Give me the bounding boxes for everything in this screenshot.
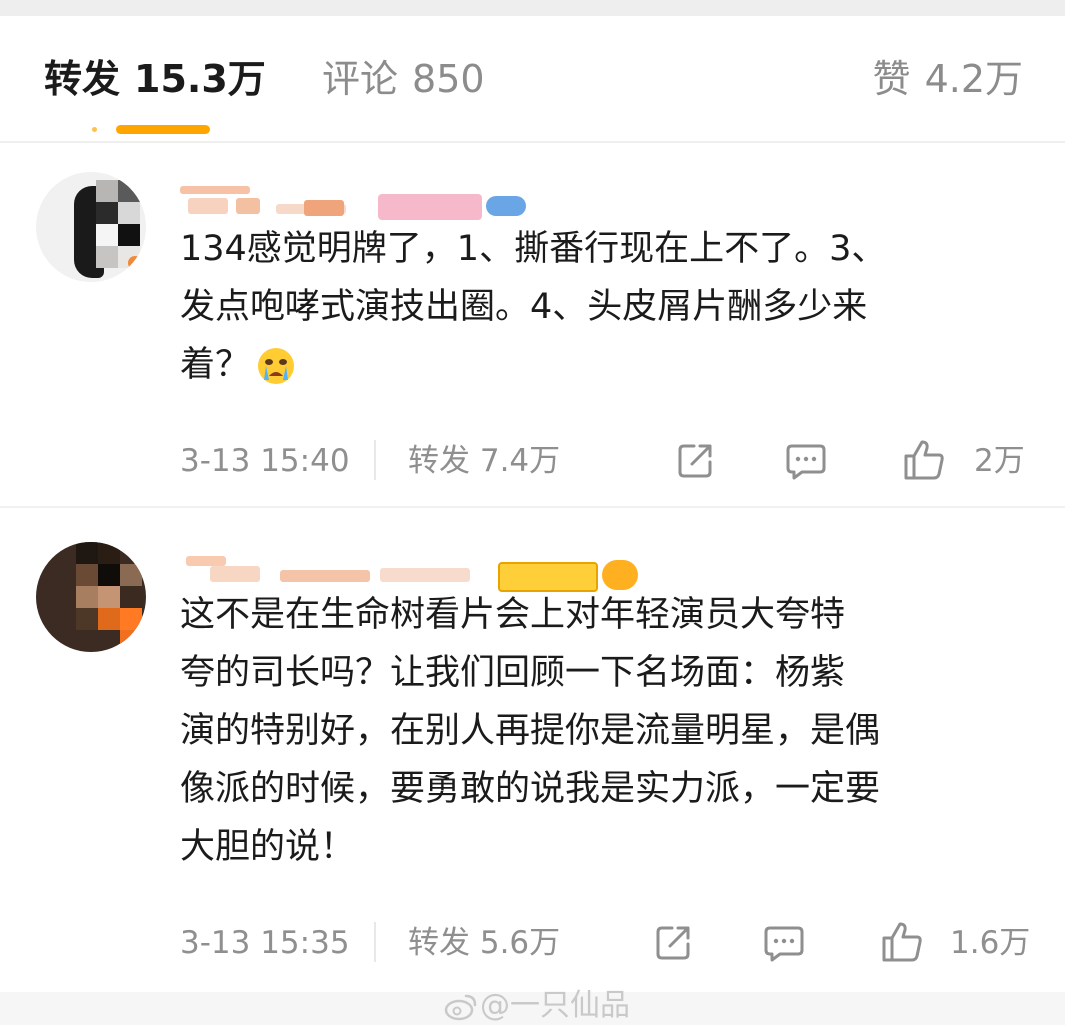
tab-like[interactable]: 赞 4.2万 [873, 56, 1023, 102]
user-badge [378, 194, 482, 220]
tab-comment-count: 850 [412, 57, 485, 101]
action-divider [374, 922, 376, 962]
like-count: 2万 [974, 443, 1025, 479]
comment-actions: 3-13 15:35 转发 5.6万 1.6万 [0, 918, 1065, 968]
comment-item: 134感觉明牌了，1、撕番行现在上不了。3、 发点咆哮式演技出圈。4、头皮屑片酬… [0, 150, 1065, 506]
avatar[interactable] [36, 542, 146, 652]
like-icon[interactable] [880, 920, 924, 964]
share-icon[interactable] [652, 920, 696, 964]
weibo-logo-icon [444, 994, 477, 1020]
user-level-icon [486, 196, 526, 216]
tab-repost-count: 15.3万 [134, 57, 266, 101]
watermark-text: @一只仙品 [480, 988, 630, 1023]
comment-actions: 3-13 15:40 转发 7.4万 2万 [0, 436, 1065, 486]
tab-comment[interactable]: 评论 850 [322, 56, 485, 102]
comment-time: 3-13 15:40 [180, 443, 350, 479]
top-status-strip [0, 0, 1065, 16]
like-icon[interactable] [902, 438, 946, 482]
comment-icon[interactable] [784, 438, 828, 482]
comment-item: 这不是在生命树看片会上对年轻演员大夸特 夸的司长吗？让我们回顾一下名场面：杨紫 … [0, 508, 1065, 986]
cry-emoji-icon [258, 348, 295, 384]
avatar[interactable] [36, 172, 146, 282]
comment-text: 134感觉明牌了，1、撕番行现在上不了。3、 发点咆哮式演技出圈。4、头皮屑片酬… [180, 220, 1040, 394]
tab-separator [0, 141, 1065, 143]
tab-comment-label: 评论 [322, 57, 399, 101]
tab-repost-label: 转发 [44, 57, 121, 101]
repost-count[interactable]: 转发 5.6万 [408, 924, 560, 962]
tab-bar: 转发 15.3万 评论 850 赞 4.2万 [0, 16, 1065, 142]
action-divider [374, 440, 376, 480]
watermark: @一只仙品 [444, 980, 630, 1024]
active-tab-indicator [116, 125, 210, 134]
tab-indicator-dot [92, 127, 97, 132]
tab-like-label: 赞 [872, 57, 911, 101]
share-icon[interactable] [674, 438, 718, 482]
like-count: 1.6万 [950, 925, 1031, 961]
tab-repost[interactable]: 转发 15.3万 [44, 56, 266, 102]
tab-like-count: 4.2万 [924, 57, 1023, 101]
comment-time: 3-13 15:35 [180, 925, 350, 961]
repost-count[interactable]: 转发 7.4万 [408, 442, 560, 480]
comment-content: 这不是在生命树看片会上对年轻演员大夸特 夸的司长吗？让我们回顾一下名场面：杨紫 … [180, 595, 881, 867]
comment-text: 这不是在生命树看片会上对年轻演员大夸特 夸的司长吗？让我们回顾一下名场面：杨紫 … [180, 586, 1040, 876]
comment-icon[interactable] [762, 920, 806, 964]
